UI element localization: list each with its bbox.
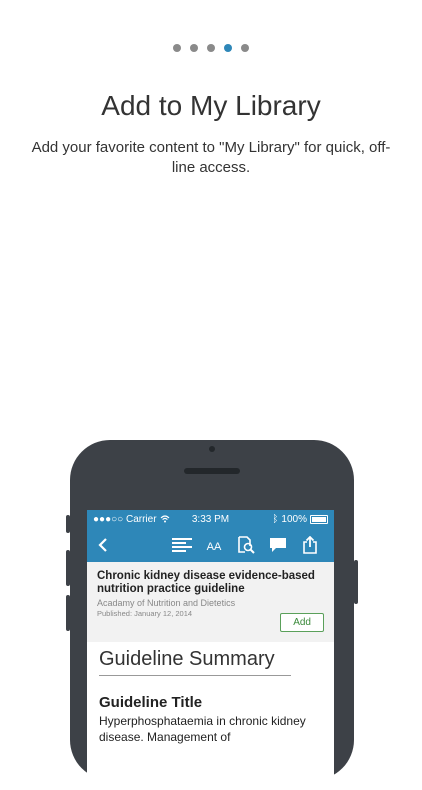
guideline-title: Guideline Title (99, 694, 203, 711)
mute-switch (66, 515, 70, 533)
comment-icon (270, 538, 286, 552)
share-icon (303, 536, 317, 554)
article-header: Chronic kidney disease evidence-based nu… (87, 562, 334, 642)
outline-button[interactable] (166, 530, 198, 560)
wifi-icon (160, 515, 169, 523)
page-dot[interactable] (207, 44, 215, 52)
page-dot[interactable] (173, 44, 181, 52)
guideline-text: Hyperphosphataemia in chronic kidney dis… (99, 714, 306, 744)
status-bar: ●●●○○ Carrier 3:33 PM ᛒ 100% (87, 510, 334, 528)
power-button (354, 560, 358, 604)
page-dot-active[interactable] (224, 44, 232, 52)
page-indicator (0, 44, 422, 52)
text-size-button[interactable]: AA (198, 530, 230, 560)
article-title: Chronic kidney disease evidence-based nu… (97, 570, 315, 595)
phone-mockup: ●●●○○ Carrier 3:33 PM ᛒ 100% AA Chronic … (66, 440, 358, 790)
text-size-icon: AA (206, 540, 222, 553)
guideline-content: Guideline Summary Guideline Title Hyperp… (87, 642, 334, 745)
share-button[interactable] (294, 530, 326, 560)
battery-label: 100% (281, 513, 307, 525)
comment-button[interactable] (262, 530, 294, 560)
carrier-label: ●●●○○ Carrier (93, 513, 157, 525)
volume-up-button (66, 550, 70, 586)
page-dot[interactable] (241, 44, 249, 52)
phone-screen: ●●●○○ Carrier 3:33 PM ᛒ 100% AA Chronic … (87, 510, 334, 790)
search-document-button[interactable] (230, 530, 262, 560)
back-button[interactable] (95, 530, 111, 560)
article-organization: Acadamy of Nutrition and Dietetics (97, 598, 236, 608)
camera (209, 446, 215, 452)
page-title: Add to My Library (101, 90, 321, 121)
page-subtitle: Add your favorite content to "My Library… (31, 139, 391, 176)
bluetooth-icon: ᛒ (272, 513, 279, 525)
battery-icon (310, 514, 328, 524)
search-document-icon (238, 536, 255, 554)
volume-down-button (66, 595, 70, 631)
page-dot[interactable] (190, 44, 198, 52)
add-button[interactable]: Add (280, 613, 324, 632)
section-heading: Guideline Summary (99, 648, 291, 676)
toolbar: AA (87, 528, 334, 562)
list-icon (172, 538, 192, 552)
speaker (184, 468, 240, 474)
chevron-left-icon (98, 538, 107, 552)
